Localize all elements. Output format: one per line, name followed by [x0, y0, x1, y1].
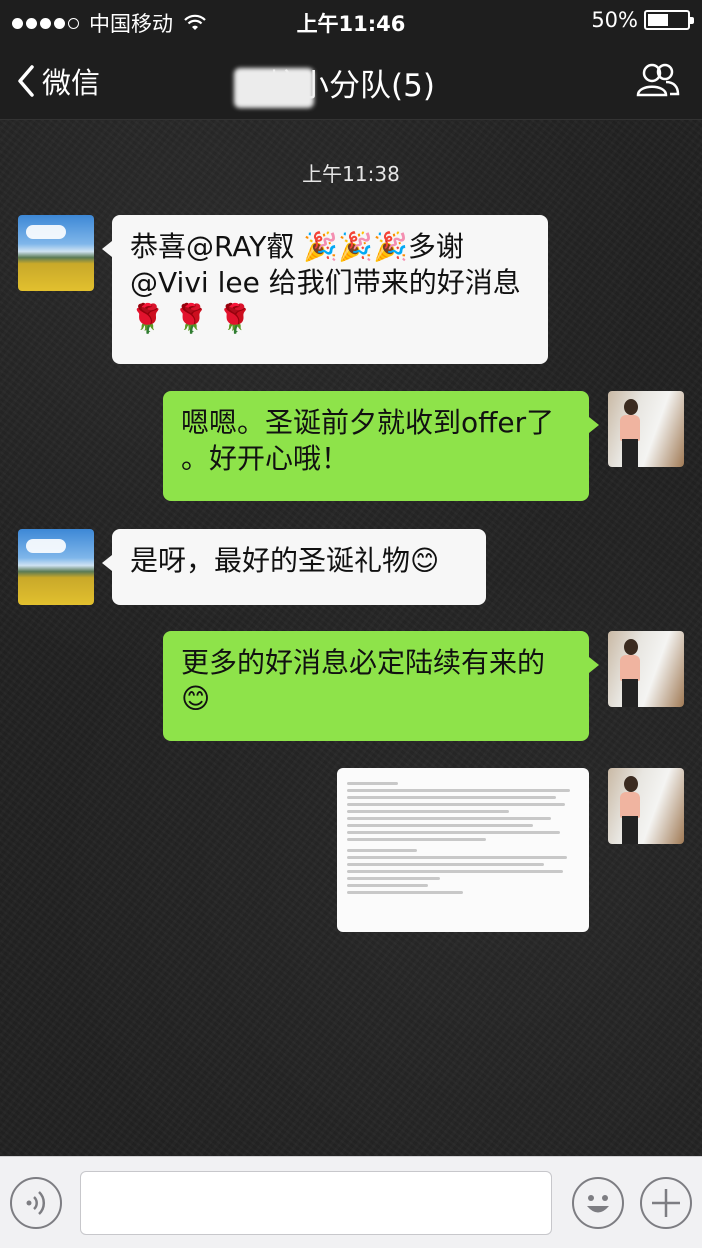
status-right: 50%	[591, 8, 694, 32]
voice-button[interactable]	[10, 1177, 62, 1229]
message-input[interactable]	[80, 1171, 552, 1235]
message-bubble[interactable]: 恭喜@RAY叡 🎉🎉🎉多谢 @Vivi lee 给我们带来的好消息 🌹 🌹 🌹	[102, 215, 548, 364]
document-screenshot-icon	[347, 782, 579, 894]
message-line: @Vivi lee 给我们带来的好消息	[130, 266, 521, 299]
redaction-mask	[234, 68, 314, 108]
message-line: 恭喜@RAY叡 🎉🎉🎉多谢	[130, 230, 464, 263]
chat-title: 校小分队(5)	[0, 60, 702, 108]
plus-button[interactable]	[640, 1177, 692, 1229]
message-line: 是呀，最好的圣诞礼物😊	[130, 544, 440, 577]
emoji-button[interactable]	[572, 1177, 624, 1229]
message-bubble[interactable]: 是呀，最好的圣诞礼物😊	[102, 529, 486, 605]
input-toolbar	[0, 1156, 702, 1248]
message-bubble[interactable]: 更多的好消息必定陆续有来的 😊	[163, 631, 599, 741]
battery-percent: 50%	[591, 8, 638, 32]
image-message[interactable]	[337, 768, 589, 932]
plus-icon	[652, 1189, 680, 1217]
avatar[interactable]	[608, 391, 684, 467]
message-line: 更多的好消息必定陆续有来的	[181, 646, 546, 679]
message-line: 😊	[181, 682, 211, 715]
avatar[interactable]	[18, 215, 94, 291]
group-members-icon[interactable]	[636, 62, 680, 98]
avatar[interactable]	[18, 529, 94, 605]
message-bubble[interactable]: 嗯嗯。圣诞前夕就收到offer了 。好开心哦！	[163, 391, 599, 501]
voice-icon	[26, 1191, 46, 1215]
time-divider: 上午11:38	[302, 162, 400, 186]
battery-icon	[644, 10, 694, 30]
avatar[interactable]	[608, 631, 684, 707]
message-line: 🌹 🌹 🌹	[130, 302, 253, 335]
navigation-bar: 微信 校小分队(5)	[0, 40, 702, 120]
emoji-icon	[587, 1195, 609, 1213]
avatar[interactable]	[608, 768, 684, 844]
message-line: 。好开心哦！	[181, 442, 350, 475]
status-bar: 中国移动 上午11:46 50%	[0, 0, 702, 40]
chat-background	[0, 0, 702, 1248]
message-line: 嗯嗯。圣诞前夕就收到offer了	[181, 406, 555, 439]
